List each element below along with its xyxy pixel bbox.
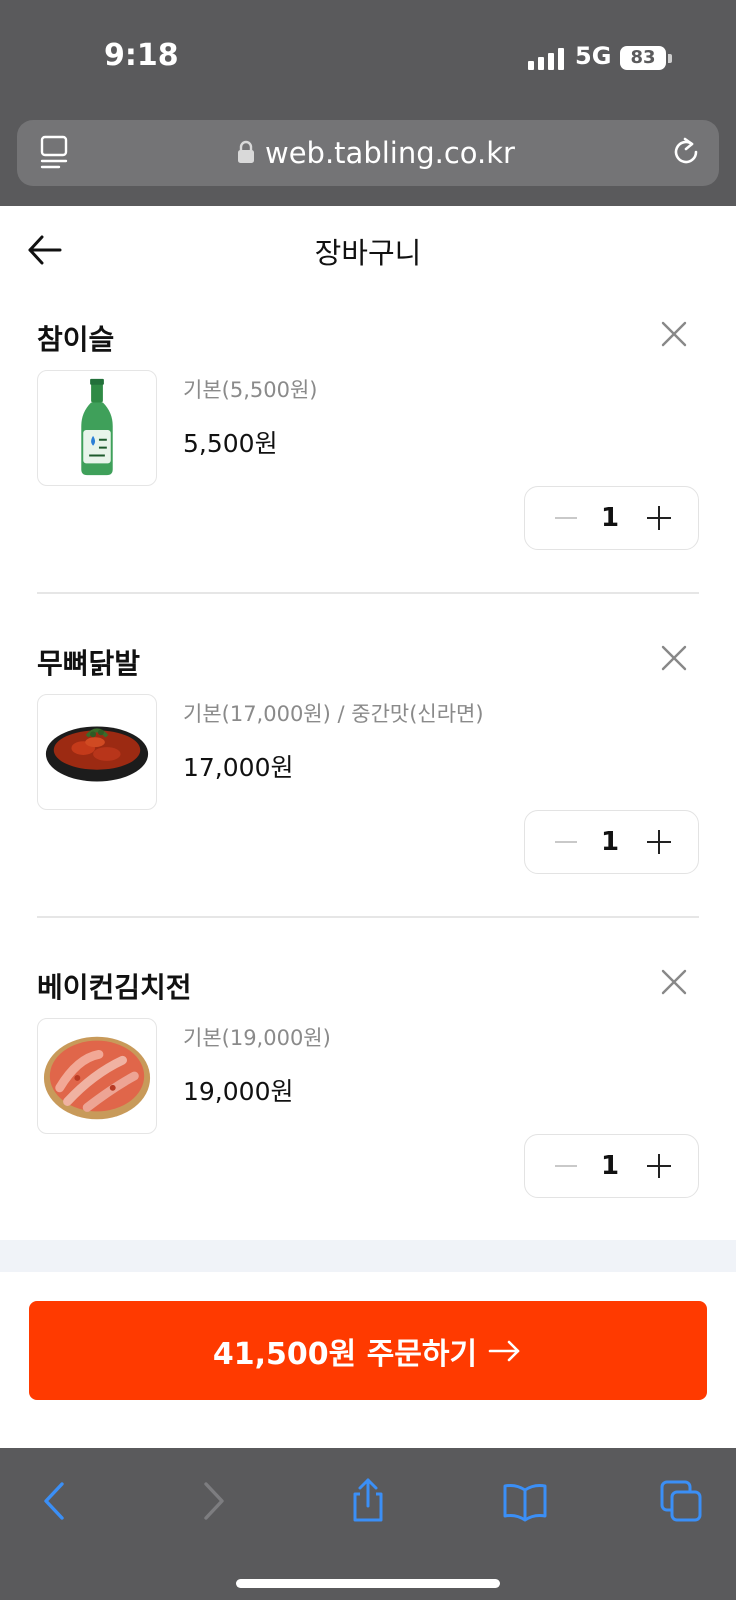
chicken-feet-dish-image (45, 726, 149, 782)
item-name: 참이슬 (37, 323, 115, 356)
share-icon[interactable] (343, 1476, 393, 1526)
address-bar[interactable]: web.tabling.co.kr (17, 120, 719, 186)
item-option: 기본(19,000원) (183, 1026, 331, 1050)
decrease-quantity-button[interactable] (555, 841, 577, 843)
lock-icon (238, 140, 254, 163)
section-separator (0, 1240, 736, 1272)
item-option: 기본(5,500원) (183, 378, 318, 402)
item-price: 5,500원 (183, 429, 278, 458)
item-name: 무뼈닭발 (37, 647, 141, 680)
kimchi-pancake-image (43, 1036, 151, 1120)
decrease-quantity-button[interactable] (555, 1165, 577, 1167)
status-time: 9:18 (104, 38, 179, 73)
item-price: 17,000원 (183, 753, 294, 782)
order-button-label: 41,500원 주문하기 (212, 1336, 478, 1372)
divider (37, 592, 699, 594)
tabs-icon[interactable] (656, 1476, 706, 1526)
page-title: 장바구니 (314, 236, 422, 270)
decrease-quantity-button[interactable] (555, 517, 577, 519)
increase-quantity-button[interactable] (647, 830, 671, 854)
item-option: 기본(17,000원) / 중간맛(신라면) (183, 702, 484, 726)
quantity-stepper: 1 (524, 486, 699, 550)
remove-item-icon[interactable] (658, 966, 690, 998)
quantity-value: 1 (600, 1151, 620, 1181)
item-image (37, 694, 157, 810)
reload-icon[interactable] (669, 135, 703, 169)
divider (37, 916, 699, 918)
reader-icon[interactable] (39, 134, 69, 170)
back-icon[interactable] (30, 1476, 80, 1526)
battery-tip (668, 54, 672, 63)
item-price: 19,000원 (183, 1077, 294, 1106)
browser-top-chrome: 9:18 5G 83 web.tabling.co.kr (0, 0, 736, 206)
cart-item: 참이슬 기본(5,500원) 5,500원 1 (0, 308, 736, 628)
remove-item-icon[interactable] (658, 642, 690, 674)
remove-item-icon[interactable] (658, 318, 690, 350)
item-image (37, 1018, 157, 1134)
battery-icon: 83 (620, 46, 666, 70)
home-indicator[interactable] (236, 1579, 500, 1588)
quantity-value: 1 (600, 827, 620, 857)
browser-toolbar (0, 1448, 736, 1600)
soju-bottle-image (81, 378, 113, 476)
cellular-signal-icon (528, 48, 564, 70)
network-type: 5G (575, 42, 612, 70)
increase-quantity-button[interactable] (647, 1154, 671, 1178)
url-text[interactable]: web.tabling.co.kr (265, 136, 515, 170)
quantity-stepper: 1 (524, 810, 699, 874)
order-button[interactable]: 41,500원 주문하기 (29, 1301, 707, 1400)
arrow-right-icon (488, 1340, 520, 1361)
cart-item: 무뼈닭발 기본(17,000원) / 중간맛(신라면) 17,000원 1 (0, 632, 736, 952)
item-name: 베이컨김치전 (37, 971, 192, 1004)
cart-item: 베이컨김치전 기본(19,000원) 19,000원 1 (0, 956, 736, 1276)
forward-icon[interactable] (188, 1476, 238, 1526)
bookmarks-icon[interactable] (500, 1476, 550, 1526)
quantity-value: 1 (600, 503, 620, 533)
quantity-stepper: 1 (524, 1134, 699, 1198)
item-image (37, 370, 157, 486)
increase-quantity-button[interactable] (647, 506, 671, 530)
